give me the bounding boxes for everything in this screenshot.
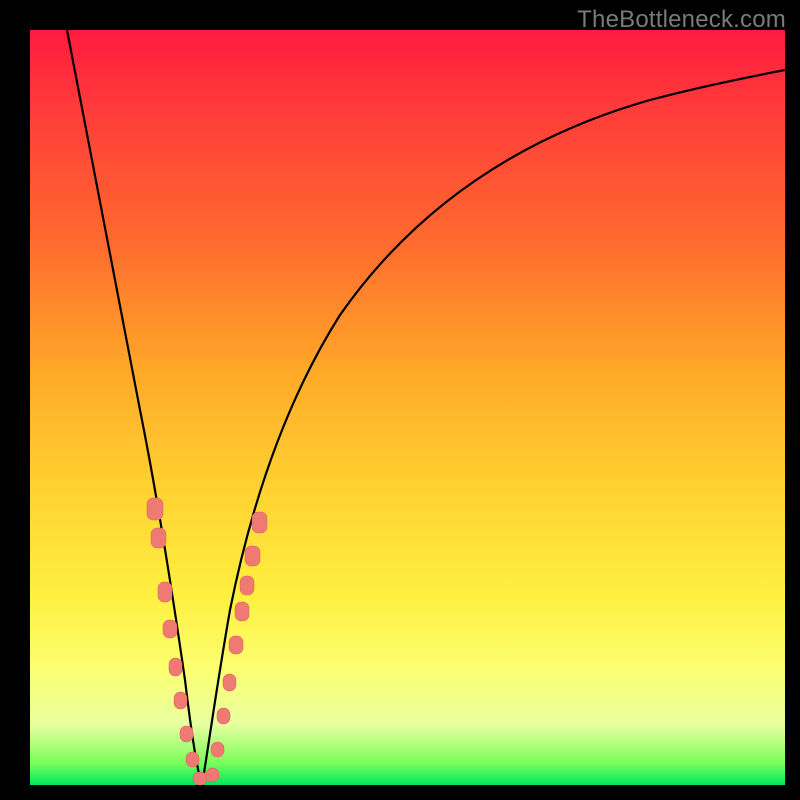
marker-point [147, 498, 163, 520]
marker-group [147, 498, 267, 785]
curve-layer [30, 30, 785, 785]
marker-point [217, 708, 230, 724]
marker-point [163, 620, 177, 638]
marker-point [245, 546, 260, 566]
marker-point [252, 512, 267, 533]
marker-point [206, 768, 219, 782]
marker-point [240, 576, 254, 595]
curve-right-branch [202, 70, 785, 785]
marker-point [169, 658, 182, 676]
plot-area [30, 30, 785, 785]
marker-point [158, 582, 172, 602]
marker-point [223, 674, 236, 691]
marker-point [180, 726, 193, 742]
marker-point [193, 772, 207, 785]
marker-point [186, 752, 199, 767]
marker-point [235, 602, 249, 621]
marker-point [174, 692, 187, 709]
marker-point [229, 636, 243, 654]
marker-point [151, 528, 166, 548]
watermark-text: TheBottleneck.com [577, 6, 786, 34]
marker-point [211, 742, 224, 757]
chart-frame: TheBottleneck.com [0, 0, 800, 800]
